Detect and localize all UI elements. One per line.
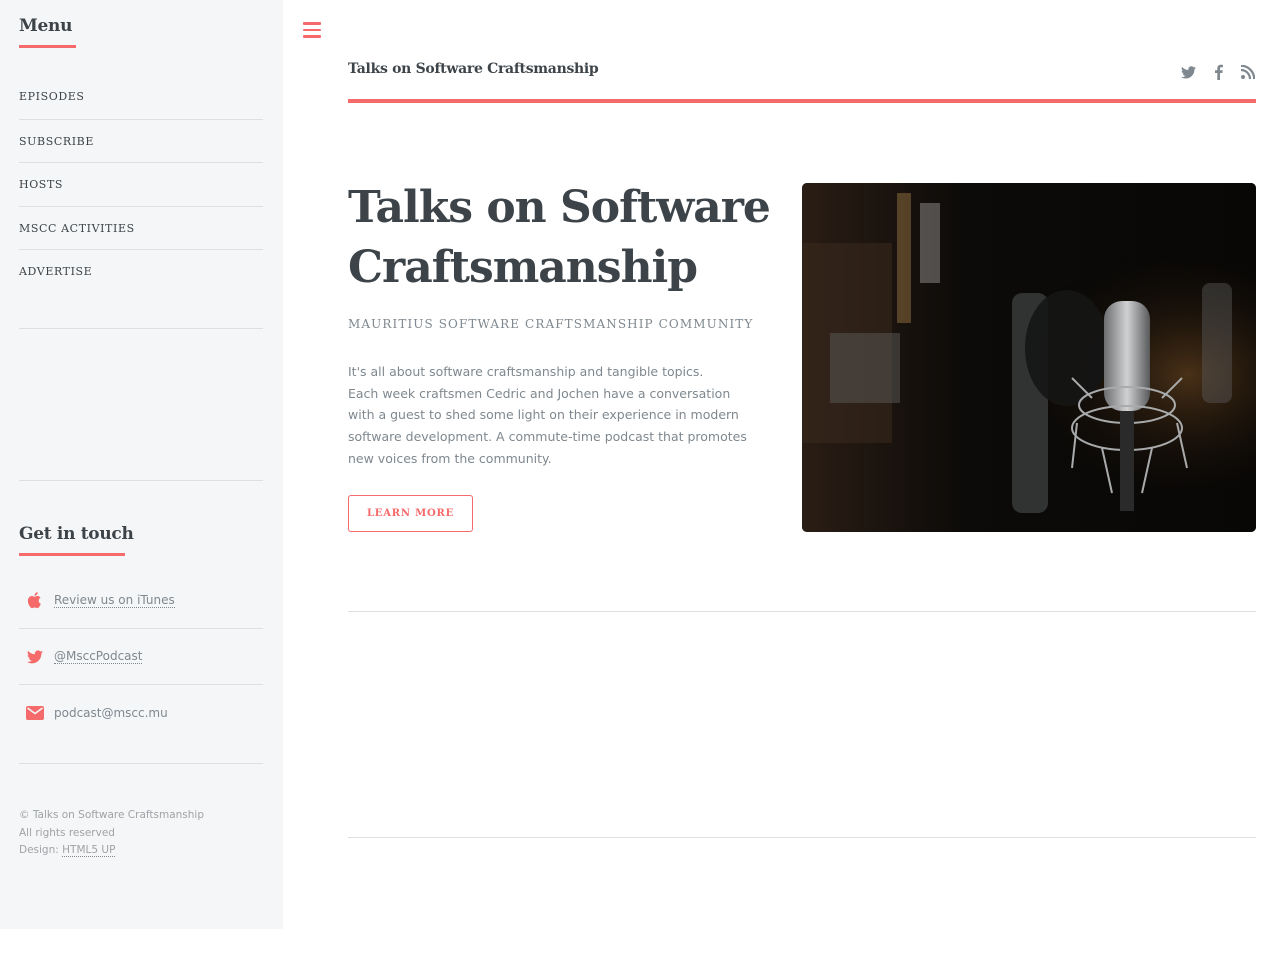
studio-microphone-photo xyxy=(802,183,1256,532)
microphone-illustration xyxy=(802,183,1256,532)
banner-description: It's all about software craftsmanship an… xyxy=(348,361,758,470)
menu-item-hosts[interactable]: HOSTS xyxy=(19,162,263,206)
sidebar-divider xyxy=(19,480,263,481)
sidebar-divider xyxy=(19,763,263,764)
banner-title: Talks on Software Craftsmanship xyxy=(348,182,771,293)
contact-heading-underline xyxy=(19,553,125,556)
sidebar-footer: © Talks on Software Craftsmanship All ri… xyxy=(19,807,204,860)
menu-heading-text: Menu xyxy=(19,16,73,36)
banner-description-line1: It's all about software craftsmanship an… xyxy=(348,364,704,379)
banner-subtitle: MAURITIUS SOFTWARE CRAFTSMANSHIP COMMUNI… xyxy=(348,317,754,331)
social-links xyxy=(1180,64,1256,80)
menu-item-advertise[interactable]: ADVERTISE xyxy=(19,249,263,293)
html5up-link[interactable]: HTML5 UP xyxy=(62,844,116,857)
rss-icon[interactable] xyxy=(1240,64,1256,80)
contact-item-twitter: @MsccPodcast xyxy=(19,628,263,684)
menu-heading: Menu xyxy=(19,16,76,48)
menu-item-mscc-activities[interactable]: MSCC ACTIVITIES xyxy=(19,205,263,250)
contact-item-itunes: Review us on iTunes xyxy=(19,572,263,628)
email-address[interactable]: podcast@mscc.mu xyxy=(54,706,168,720)
site-title[interactable]: Talks on Software Craftsmanship xyxy=(348,61,599,77)
menu-heading-underline xyxy=(19,45,76,48)
menu-item-subscribe[interactable]: SUBSCRIBE xyxy=(19,118,263,163)
menu-item-episodes[interactable]: EPISODES xyxy=(19,75,263,119)
contact-item-email: podcast@mscc.mu xyxy=(19,684,263,740)
twitter-icon[interactable] xyxy=(1180,64,1196,80)
rights-text: All rights reserved xyxy=(19,826,115,839)
itunes-review-link[interactable]: Review us on iTunes xyxy=(54,593,175,608)
apple-icon xyxy=(22,590,48,610)
design-credit: Design: HTML5 UP xyxy=(19,842,204,860)
facebook-icon[interactable] xyxy=(1210,64,1226,80)
contact-heading-text: Get in touch xyxy=(19,524,134,544)
section-divider xyxy=(348,611,1256,612)
contact-heading: Get in touch xyxy=(19,524,134,556)
copyright-text: © Talks on Software Craftsmanship xyxy=(19,809,205,821)
twitter-icon xyxy=(22,647,48,667)
menu-list: EPISODES SUBSCRIBE HOSTS MSCC ACTIVITIES… xyxy=(19,75,263,293)
design-credit-prefix: Design: xyxy=(19,844,63,856)
hamburger-icon[interactable] xyxy=(303,22,321,38)
learn-more-button[interactable]: LEARN MORE xyxy=(348,495,473,532)
contact-list: Review us on iTunes @MsccPodcast podcast… xyxy=(19,572,263,740)
sidebar-divider xyxy=(19,328,263,329)
banner-description-line2: Each week craftsmen Cedric and Jochen ha… xyxy=(348,385,747,466)
envelope-icon xyxy=(22,703,48,723)
sidebar: Menu EPISODES SUBSCRIBE HOSTS MSCC ACTIV… xyxy=(0,0,283,929)
header-underline xyxy=(348,99,1256,103)
section-divider xyxy=(348,837,1256,838)
twitter-handle-link[interactable]: @MsccPodcast xyxy=(54,649,143,664)
